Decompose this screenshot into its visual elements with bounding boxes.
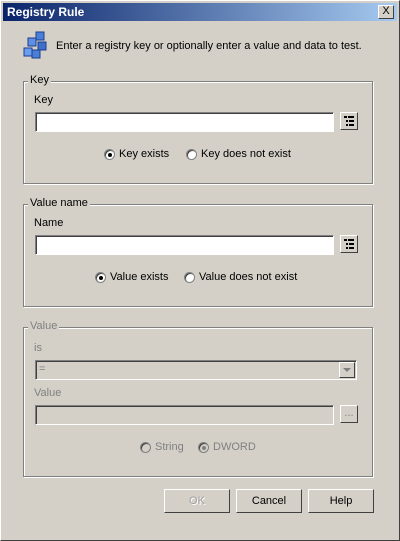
instruction-text: Enter a registry key or optionally enter… xyxy=(56,40,362,52)
value-not-exists-label[interactable]: Value does not exist xyxy=(199,271,297,283)
key-field-label: Key xyxy=(34,94,53,106)
chevron-down-icon[interactable] xyxy=(339,362,355,378)
close-button[interactable]: X xyxy=(378,5,394,19)
value-browse-button[interactable]: ... xyxy=(340,405,358,423)
registry-cubes-icon xyxy=(23,31,47,59)
radio-unchecked-icon[interactable] xyxy=(186,148,197,160)
name-field-label: Name xyxy=(34,217,64,229)
string-radio[interactable]: String xyxy=(140,441,184,453)
value-input[interactable] xyxy=(35,405,334,425)
key-group: Key Key Key exists Key does not exist xyxy=(23,74,373,184)
value-exists-radio[interactable]: Value exists xyxy=(95,271,169,283)
name-browse-button[interactable] xyxy=(340,235,358,253)
radio-checked-icon[interactable] xyxy=(104,148,115,160)
value-name-group-legend: Value name xyxy=(28,197,90,209)
radio-unchecked-icon[interactable] xyxy=(140,441,151,453)
key-group-legend: Key xyxy=(28,74,51,86)
dword-label[interactable]: DWORD xyxy=(213,441,256,453)
ok-button[interactable]: OK xyxy=(164,489,230,513)
title-bar: Registry Rule X xyxy=(3,3,397,21)
operator-select[interactable]: = xyxy=(35,360,357,380)
value-group-legend: Value xyxy=(28,320,60,332)
key-exists-radio[interactable]: Key exists xyxy=(104,148,169,160)
value-label: Value xyxy=(34,387,62,399)
is-label: is xyxy=(34,342,42,354)
window-title: Registry Rule xyxy=(7,5,85,19)
cancel-button[interactable]: Cancel xyxy=(236,489,302,513)
value-name-group: Value name Name Value exists Value does … xyxy=(23,197,373,307)
registry-browse-icon xyxy=(344,239,354,249)
operator-value: = xyxy=(39,363,46,375)
radio-unchecked-icon[interactable] xyxy=(184,271,195,283)
value-group: Value is = Value ... String DWORD xyxy=(23,320,373,477)
key-browse-button[interactable] xyxy=(340,112,358,130)
close-icon[interactable]: X xyxy=(382,5,389,17)
radio-checked-icon[interactable] xyxy=(95,271,106,283)
string-label[interactable]: String xyxy=(155,441,184,453)
key-input[interactable] xyxy=(35,112,334,132)
help-button[interactable]: Help xyxy=(308,489,374,513)
name-input[interactable] xyxy=(35,235,334,255)
dword-radio[interactable]: DWORD xyxy=(198,441,256,453)
registry-browse-icon xyxy=(344,116,354,126)
key-exists-label[interactable]: Key exists xyxy=(119,148,169,160)
key-not-exists-label[interactable]: Key does not exist xyxy=(201,148,291,160)
value-exists-label[interactable]: Value exists xyxy=(110,271,169,283)
radio-checked-icon[interactable] xyxy=(198,441,209,453)
key-not-exists-radio[interactable]: Key does not exist xyxy=(186,148,291,160)
value-not-exists-radio[interactable]: Value does not exist xyxy=(184,271,297,283)
